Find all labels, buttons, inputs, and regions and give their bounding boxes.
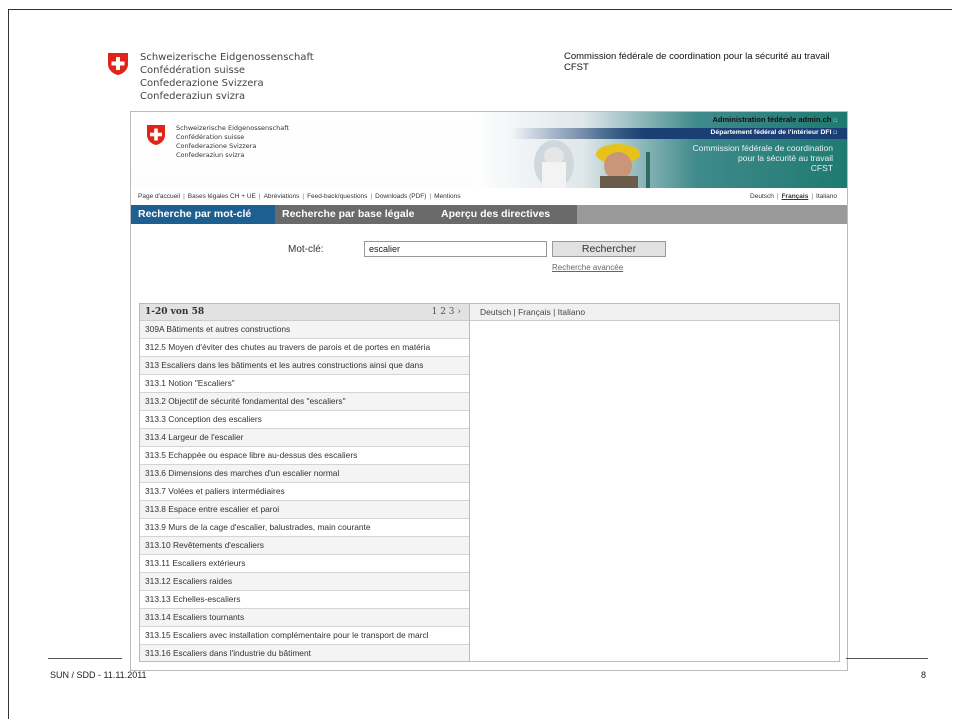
confed-line: Confederaziun svizra <box>140 91 246 102</box>
footer-rule <box>48 658 122 659</box>
tab-legal-basis-search[interactable]: Recherche par base légale <box>275 205 434 224</box>
dept-link-label: Département fédéral de l'intérieur DFI <box>710 129 832 136</box>
nav-link-abbreviations[interactable]: Abréviations <box>264 193 300 200</box>
separator: | <box>370 193 373 200</box>
site-banner: Schweizerische Eidgenossenschaft Confédé… <box>131 112 847 188</box>
dept-link[interactable]: Département fédéral de l'intérieur DFI ◘ <box>711 129 838 136</box>
keyword-label: Mot-clé: <box>288 244 324 255</box>
result-item[interactable]: 313.2 Objectif de sécurité fondamental d… <box>140 393 469 411</box>
result-item[interactable]: 313.13 Echelles-escaliers <box>140 591 469 609</box>
nav-link-downloads[interactable]: Downloads (PDF) <box>375 193 426 200</box>
nav-link-mentions[interactable]: Mentions <box>434 193 460 200</box>
result-item[interactable]: 313.1 Notion "Escaliers" <box>140 375 469 393</box>
detail-language-links[interactable]: Deutsch | Français | Italiano <box>470 304 839 321</box>
confed-line: Schweizerische Eidgenossenschaft <box>140 52 314 63</box>
main-tabs: Recherche par mot-clé Recherche par base… <box>131 205 847 224</box>
nav-link-legal-bases[interactable]: Bases légales CH + UE <box>188 193 256 200</box>
result-item[interactable]: 313.3 Conception des escaliers <box>140 411 469 429</box>
results-panel: 1-20 von 58 1 2 3 › 309A Bâtiments et au… <box>139 303 470 662</box>
results-count: 1-20 von 58 <box>145 307 205 317</box>
result-item[interactable]: 313.5 Echappée ou espace libre au-dessus… <box>140 447 469 465</box>
result-item[interactable]: 313 Escaliers dans les bâtiments et les … <box>140 357 469 375</box>
cfst-title: Commission fédérale de coordination pour… <box>564 51 830 73</box>
website-screenshot: Schweizerische Eidgenossenschaft Confédé… <box>130 111 848 671</box>
advanced-search-link[interactable]: Recherche avancée <box>552 263 623 272</box>
result-item[interactable]: 313.9 Murs de la cage d'escalier, balust… <box>140 519 469 537</box>
nav-link-feedback[interactable]: Feed-back/questions <box>307 193 367 200</box>
admin-link-label: Administration fédérale admin.ch <box>712 115 832 124</box>
commission-line: Commission fédérale de coordination <box>692 143 833 153</box>
confed-line: Confederazione Svizzera <box>176 142 257 150</box>
confed-line: Confederaziun svizra <box>176 151 245 159</box>
result-item[interactable]: 313.11 Escaliers extérieurs <box>140 555 469 573</box>
cfst-title-abbrev: CFST <box>564 62 589 73</box>
cfst-title-line: Commission fédérale de coordination pour… <box>564 51 830 62</box>
service-links: Page d'accueil | Bases légales CH + UE | Abr… <box>138 193 461 200</box>
slide-footer: SUN / SDD - 11.11.2011 <box>50 670 147 680</box>
separator: | <box>776 193 779 200</box>
confed-line: Confédération suisse <box>176 133 245 141</box>
lang-deutsch[interactable]: Deutsch <box>750 193 774 200</box>
confed-line: Schweizerische Eidgenossenschaft <box>176 124 289 132</box>
nav-link-home[interactable]: Page d'accueil <box>138 193 180 200</box>
confederation-names: Schweizerische Eidgenossenschaft Confédé… <box>140 51 314 103</box>
commission-title: Commission fédérale de coordination pour… <box>693 143 833 173</box>
result-item[interactable]: 313.15 Escaliers avec installation compl… <box>140 627 469 645</box>
separator: | <box>811 193 814 200</box>
swiss-flag-icon <box>108 53 128 75</box>
result-item[interactable]: 313.4 Largeur de l'escalier <box>140 429 469 447</box>
commission-line: pour la sécurité au travail <box>738 153 833 163</box>
result-item[interactable]: 313.10 Revêtements d'escaliers <box>140 537 469 555</box>
admin-link[interactable]: Administration fédérale admin.ch ◘ <box>713 115 838 124</box>
language-switcher: Deutsch | Français | Italiano <box>750 193 837 200</box>
workers-photo-icon <box>534 140 650 188</box>
external-link-icon: ◘ <box>833 130 837 136</box>
result-item[interactable]: 313.8 Espace entre escalier et paroi <box>140 501 469 519</box>
commission-line: CFST <box>810 163 833 173</box>
result-item[interactable]: 312.5 Moyen d'éviter des chutes au trave… <box>140 339 469 357</box>
results-list: 309A Bâtiments et autres constructions 31… <box>140 321 469 661</box>
results-header: 1-20 von 58 1 2 3 › <box>140 304 469 321</box>
swiss-flag-icon <box>147 125 165 145</box>
slide-page-number: 8 <box>921 670 927 680</box>
separator: | <box>258 193 261 200</box>
confed-line: Confédération suisse <box>140 65 246 76</box>
result-item[interactable]: 313.12 Escaliers raides <box>140 573 469 591</box>
top-navigation: Page d'accueil | Bases légales CH + UE | Abr… <box>131 191 847 203</box>
confed-line: Confederazione Svizzera <box>140 78 264 89</box>
external-link-icon: ◘ <box>833 118 837 124</box>
result-item[interactable]: 313.14 Escaliers tournants <box>140 609 469 627</box>
separator: | <box>302 193 305 200</box>
keyword-input[interactable] <box>364 241 547 257</box>
lang-francais[interactable]: Français <box>782 193 809 200</box>
separator: | <box>429 193 432 200</box>
result-item[interactable]: 313.6 Dimensions des marches d'un escali… <box>140 465 469 483</box>
lang-italiano[interactable]: Italiano <box>816 193 837 200</box>
footer-rule <box>846 658 928 659</box>
tab-directives-overview[interactable]: Aperçu des directives <box>434 205 577 224</box>
banner-confederation-names: Schweizerische Eidgenossenschaft Confédé… <box>176 124 289 160</box>
pagination[interactable]: 1 2 3 › <box>432 307 461 317</box>
result-item[interactable]: 313.7 Volées et paliers intermédiaires <box>140 483 469 501</box>
search-button[interactable]: Rechercher <box>552 241 666 257</box>
tab-keyword-search[interactable]: Recherche par mot-clé <box>131 205 275 224</box>
result-item[interactable]: 313.16 Escaliers dans l'industrie du bât… <box>140 645 469 661</box>
detail-panel: Deutsch | Français | Italiano <box>470 303 840 662</box>
separator: | <box>183 193 185 200</box>
result-item[interactable]: 309A Bâtiments et autres constructions <box>140 321 469 339</box>
